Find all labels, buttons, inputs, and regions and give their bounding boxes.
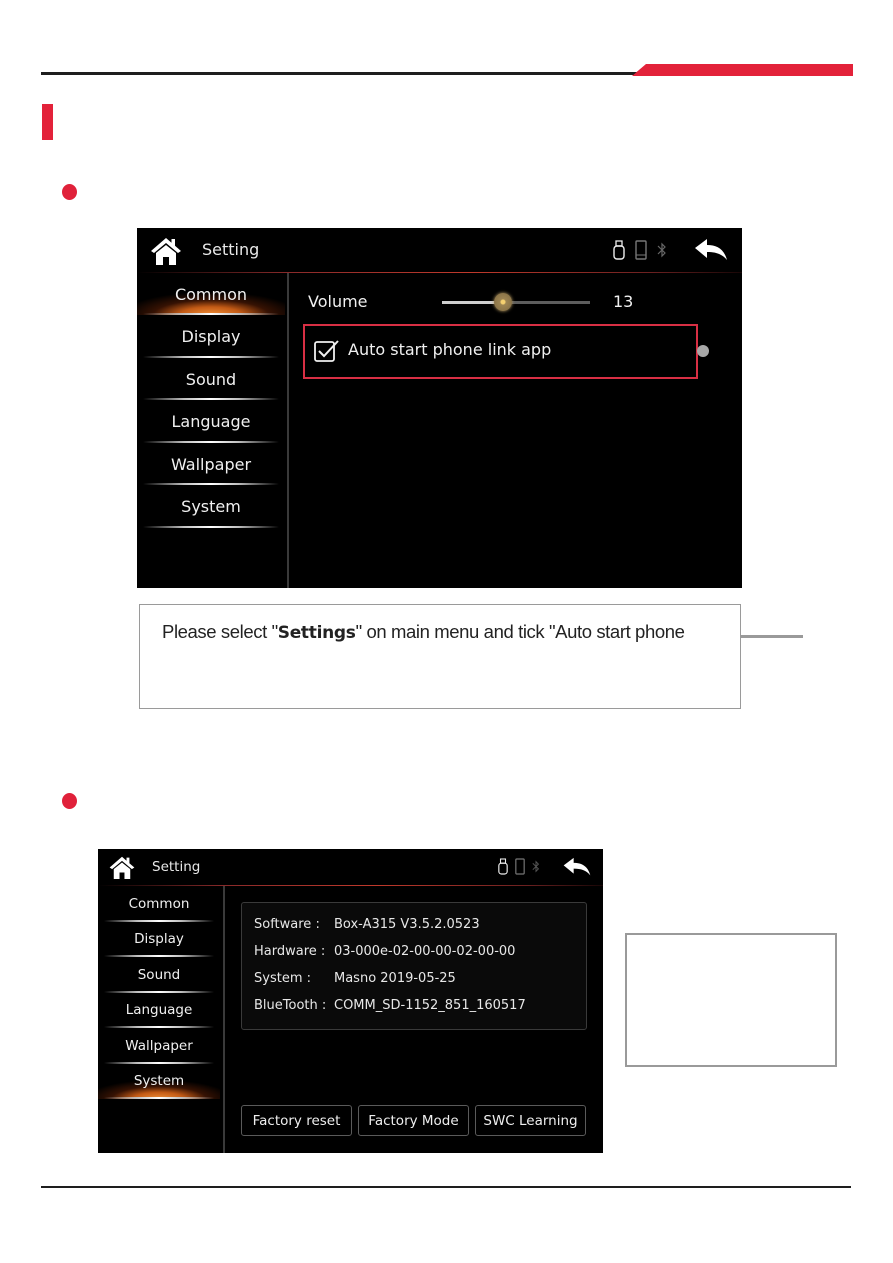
sidebar-item-language[interactable]: Language: [98, 993, 220, 1028]
screen-header: Setting: [98, 849, 603, 886]
usb-icon: [498, 858, 508, 875]
home-icon[interactable]: [108, 855, 136, 880]
info-value: Box-A315 V3.5.2.0523: [334, 917, 480, 932]
system-info-panel: Software : Box-A315 V3.5.2.0523 Hardware …: [241, 902, 587, 1030]
status-icons: [613, 240, 667, 260]
auto-start-label: Auto start phone link app: [348, 340, 552, 359]
sidebar-item-label: Display: [134, 931, 184, 948]
sidebar-item-label: Wallpaper: [125, 1037, 193, 1054]
sidebar-item-common[interactable]: Common: [137, 273, 285, 315]
info-row-hardware: Hardware : 03-000e-02-00-00-02-00-00: [254, 944, 515, 959]
swc-learning-button[interactable]: SWC Learning: [475, 1105, 586, 1136]
sidebar-item-wallpaper[interactable]: Wallpaper: [98, 1028, 220, 1064]
system-settings-screen: Setting Common Display Sound Language Wa…: [98, 849, 603, 1153]
volume-slider-thumb[interactable]: [493, 293, 512, 311]
info-row-bluetooth: BlueTooth : COMM_SD-1152_851_160517: [254, 998, 526, 1013]
auto-start-checkbox[interactable]: [314, 339, 340, 367]
sidebar-separator: [104, 1097, 214, 1099]
back-arrow-icon[interactable]: [562, 857, 592, 877]
sidebar-item-display[interactable]: Display: [137, 316, 285, 358]
system-actions: Factory reset Factory Mode SWC Learning: [241, 1105, 586, 1136]
screen-title: Setting: [152, 859, 201, 875]
settings-sidebar: Common Display Sound Language Wallpaper …: [98, 886, 226, 1153]
status-icons: [498, 858, 540, 875]
instruction-suffix: " on main menu and tick "Auto start phon…: [355, 621, 685, 642]
section-marker: [42, 104, 53, 140]
sidebar-item-label: System: [133, 1073, 185, 1090]
sidebar-item-display[interactable]: Display: [98, 922, 220, 957]
sidebar-item-label: Display: [181, 327, 241, 346]
bullet-2: [62, 793, 77, 809]
scroll-indicator[interactable]: [697, 345, 709, 357]
sidebar-item-label: Sound: [185, 369, 237, 389]
phone-icon: [515, 858, 525, 875]
info-key: Hardware :: [254, 944, 326, 959]
screen-title: Setting: [202, 240, 260, 259]
sidebar-item-language[interactable]: Language: [137, 401, 285, 443]
info-row-system: System : Masno 2019-05-25: [254, 971, 456, 986]
sidebar-item-wallpaper[interactable]: Wallpaper: [137, 443, 285, 485]
info-key: BlueTooth :: [254, 998, 327, 1013]
sidebar-item-label: System: [181, 497, 241, 516]
info-key: Software :: [254, 917, 320, 932]
usb-icon: [613, 240, 625, 260]
sidebar-item-label: Sound: [137, 966, 181, 983]
volume-label: Volume: [308, 292, 368, 311]
instruction-prefix: Please select ": [162, 621, 278, 642]
common-settings-screen: Setting Common Display Sound Language Wa…: [137, 228, 742, 588]
sidebar-divider: [223, 886, 225, 1153]
sidebar-item-system[interactable]: System: [98, 1063, 220, 1099]
bluetooth-icon: [532, 858, 540, 875]
bluetooth-icon: [657, 240, 667, 260]
factory-reset-button[interactable]: Factory reset: [241, 1105, 352, 1136]
callout-line: [741, 635, 803, 638]
info-row-software: Software : Box-A315 V3.5.2.0523: [254, 917, 480, 932]
volume-row: Volume 13: [308, 288, 728, 316]
sidebar-item-label: Wallpaper: [170, 454, 252, 474]
home-icon[interactable]: [149, 236, 183, 266]
sidebar-item-system[interactable]: System: [137, 486, 285, 528]
volume-slider[interactable]: [442, 293, 590, 311]
phone-icon: [635, 240, 647, 260]
header-rule: [41, 72, 641, 75]
instruction-bold: Settings: [277, 623, 356, 643]
sidebar-item-label: Common: [174, 284, 248, 304]
settings-sidebar: Common Display Sound Language Wallpaper …: [137, 273, 289, 588]
instruction-box: Please select "Settings" on main menu an…: [139, 604, 741, 709]
info-key: System :: [254, 971, 311, 986]
sidebar-item-sound[interactable]: Sound: [98, 957, 220, 993]
instruction-text: Please select "Settings" on main menu an…: [162, 621, 685, 643]
sidebar-item-label: Common: [128, 895, 190, 912]
sidebar-item-label: Language: [125, 1002, 193, 1019]
sidebar-separator: [143, 525, 279, 528]
sidebar-divider: [287, 273, 289, 588]
info-value: Masno 2019-05-25: [334, 971, 456, 986]
note-box: [625, 933, 837, 1067]
info-value: COMM_SD-1152_851_160517: [334, 998, 526, 1013]
volume-value: 13: [613, 292, 634, 311]
header-accent-tab: [632, 64, 853, 76]
screen-header: Setting: [137, 228, 742, 273]
sidebar-item-common[interactable]: Common: [98, 886, 220, 922]
factory-mode-button[interactable]: Factory Mode: [358, 1105, 469, 1136]
footer-rule: [41, 1186, 851, 1188]
sidebar-item-sound[interactable]: Sound: [137, 358, 285, 400]
sidebar-item-label: Language: [171, 412, 251, 431]
auto-start-highlight: Auto start phone link app: [303, 324, 698, 379]
info-value: 03-000e-02-00-00-02-00-00: [334, 944, 516, 959]
back-arrow-icon[interactable]: [693, 238, 729, 262]
bullet-1: [62, 184, 77, 200]
